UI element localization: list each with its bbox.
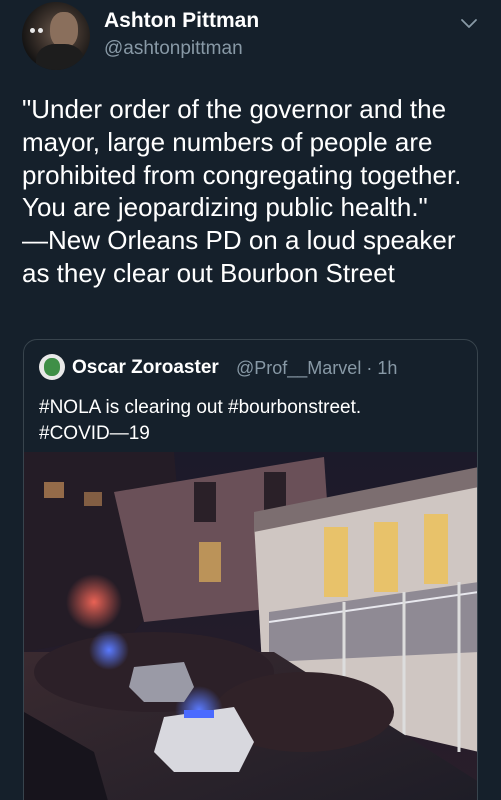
quoted-author-avatar [39,354,65,380]
avatar-dot [30,28,35,33]
chevron-down-icon[interactable] [458,12,480,34]
video-window [264,472,286,512]
quoted-author-meta: @Prof__Marvel · 1h [236,358,397,379]
video-window [324,527,348,597]
video-window [374,522,398,592]
author-display-name[interactable]: Ashton Pittman [104,9,259,33]
avatar-dot [38,28,43,33]
video-window [424,514,448,584]
quoted-author-handle: @Prof__Marvel [236,358,362,378]
video-blue-glow [89,630,129,670]
video-red-glow [66,574,122,630]
video-window [84,492,102,506]
quoted-author-name: Oscar Zoroaster [72,357,219,378]
video-window [44,482,64,498]
quoted-video-thumbnail[interactable] [24,452,478,800]
avatar-body [36,44,84,70]
quoted-tweet-card[interactable]: Oscar Zoroaster @Prof__Marvel · 1h #NOLA… [23,339,478,800]
tweet-text: "Under order of the governor and the may… [22,94,462,288]
quoted-avatar-face [44,358,60,376]
author-handle[interactable]: @ashtonpittman [104,38,243,60]
meta-separator: · [366,358,373,378]
video-police-lights [184,710,214,718]
video-window [194,482,216,522]
video-car [129,662,194,702]
author-avatar[interactable] [22,2,90,70]
video-window [199,542,221,582]
quoted-tweet-text: #NOLA is clearing out #bourbonstreet. #C… [39,397,362,444]
quoted-timestamp: 1h [377,358,398,378]
avatar-head [50,12,78,48]
